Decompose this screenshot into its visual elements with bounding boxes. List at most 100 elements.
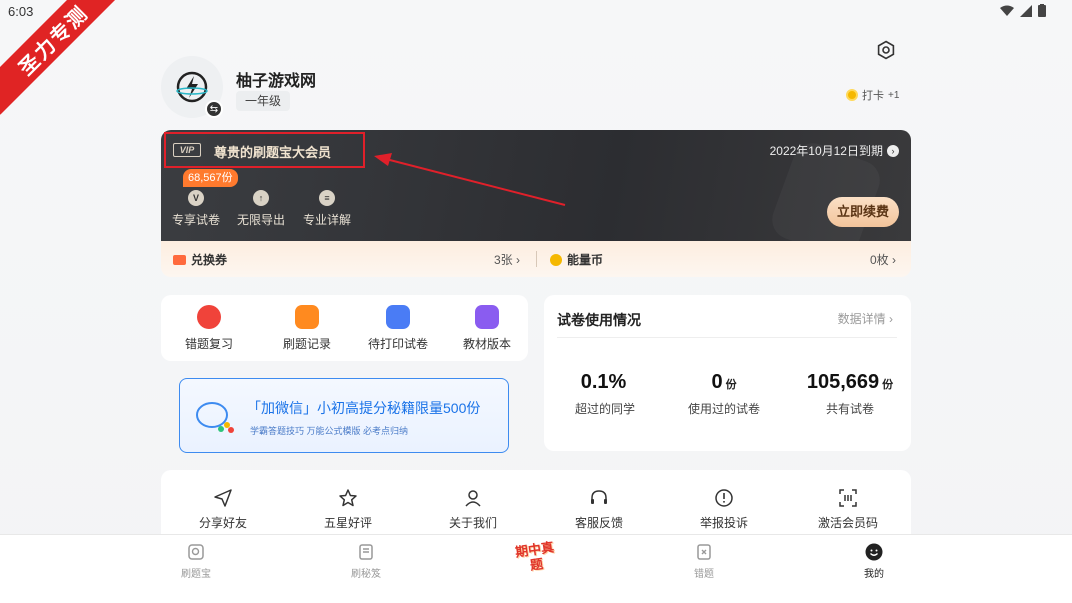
tool-label: 待打印试卷: [367, 337, 428, 351]
vip-perk-label: 专业详解: [302, 213, 351, 227]
voucher-label[interactable]: 兑换券: [173, 251, 227, 268]
chevron-right-icon: ›: [887, 144, 899, 157]
lightning-logo-icon: [176, 71, 208, 103]
vip-perk-label: 无限导出: [236, 213, 285, 227]
annotation-arrow: [374, 153, 566, 206]
stat-unit: 份: [725, 379, 737, 391]
status-icons: [1000, 4, 1046, 17]
more-label: 激活会员码: [817, 516, 878, 530]
printer-icon: [386, 305, 410, 329]
bottom-nav: 刷题宝 刷秘笈 期中真题 错题 我的: [0, 534, 1072, 603]
stat-value: 105,669: [806, 371, 880, 393]
divider: [536, 251, 537, 267]
report-item[interactable]: 举报投诉: [674, 488, 774, 531]
nav-item-profile[interactable]: 我的: [834, 543, 914, 580]
home-icon: [188, 544, 204, 560]
tool-wrong-review[interactable]: 错题复习: [164, 305, 254, 352]
nav-item-tips[interactable]: 刷秘笈: [326, 543, 406, 580]
more-label: 五星好评: [323, 516, 372, 530]
stat-used-papers: 0份 使用过的试卷: [669, 371, 779, 417]
tool-label: 刷题记录: [282, 337, 331, 351]
headset-icon: [591, 490, 607, 504]
vip-expiry-text: 2022年10月12日到期: [769, 144, 883, 158]
promo-subtitle: 学霸答题技巧 万能公式模版 必考点归纳: [250, 426, 409, 436]
alert-icon: [715, 489, 733, 507]
ticket-icon: [173, 254, 186, 265]
status-bar: 6:03: [0, 0, 1072, 26]
vip-badge: VIP: [173, 143, 201, 157]
feedback-item[interactable]: 客服反馈: [549, 488, 649, 531]
about-us-item[interactable]: 关于我们: [423, 488, 523, 531]
scan-icon: [839, 489, 857, 507]
vip-perk-label: 专享试卷: [171, 213, 220, 227]
swap-avatar-icon[interactable]: ⇆: [205, 100, 223, 118]
coin-icon: [846, 89, 858, 101]
book-icon: [359, 544, 373, 560]
vip-perk-export[interactable]: ↑ 无限导出: [231, 190, 291, 228]
renew-button[interactable]: 立即续费: [827, 197, 899, 227]
textbook-icon: [475, 305, 499, 329]
stat-value: 0.1%: [580, 371, 627, 393]
stat-caption: 超过的同学: [574, 402, 635, 416]
tool-textbook[interactable]: 教材版本: [442, 305, 532, 352]
share-icon: [214, 489, 232, 507]
tool-record[interactable]: 刷题记录: [262, 305, 352, 352]
share-friends-item[interactable]: 分享好友: [173, 488, 273, 531]
vip-count-badge: 68,567份: [183, 169, 238, 187]
nav-item-wrong[interactable]: 错题: [664, 543, 744, 580]
profile-icon: [865, 543, 883, 561]
vip-expiry[interactable]: 2022年10月12日到期 ›: [770, 142, 899, 159]
voucher-value[interactable]: 3张 ›: [494, 251, 520, 268]
stat-total-papers: 105,669 份 共有试卷: [795, 371, 905, 417]
stat-caption: 使用过的试卷: [687, 402, 760, 416]
energy-label[interactable]: 能量币: [550, 251, 603, 268]
more-label: 关于我们: [448, 516, 497, 530]
nav-item-midterm[interactable]: 期中真题: [511, 539, 562, 581]
vip-perk-exclusive[interactable]: V 专享试卷: [166, 190, 226, 228]
checkin-bonus: +1: [888, 89, 900, 101]
nav-label: 刷题宝: [181, 569, 211, 580]
status-time: 6:03: [8, 4, 34, 19]
nav-label: 错题: [694, 569, 714, 580]
user-icon: [465, 490, 481, 507]
checkin-label: 打卡: [862, 90, 884, 102]
more-label: 举报投诉: [699, 516, 748, 530]
wechat-chat-icon: [196, 402, 234, 433]
record-icon: [295, 305, 319, 329]
checkin-button[interactable]: 打卡 +1: [846, 85, 899, 105]
wrong-review-icon: [197, 305, 221, 329]
energy-value[interactable]: 0枚 ›: [870, 251, 896, 268]
five-star-item[interactable]: 五星好评: [298, 488, 398, 531]
activate-code-item[interactable]: 激活会员码: [798, 488, 898, 531]
voucher-count: 3张: [494, 253, 513, 267]
divider: [557, 337, 897, 338]
wrong-icon: [697, 544, 711, 560]
nav-label: 刷秘笈: [351, 569, 381, 580]
stat-caption: 共有试卷: [825, 402, 874, 416]
stats-link-text: 数据详情: [837, 312, 886, 326]
stat-value: 0: [711, 371, 723, 393]
settings-icon[interactable]: [876, 40, 896, 60]
voucher-text: 兑换券: [191, 253, 228, 267]
paper-icon: V: [188, 190, 204, 206]
energy-coin-icon: [550, 253, 562, 266]
stat-unit: 份: [882, 379, 894, 391]
export-icon: ↑: [253, 190, 269, 206]
stats-title: 试卷使用情况: [557, 312, 641, 328]
signal-icon: [1020, 4, 1032, 17]
wechat-promo-card[interactable]: 「加微信」小初高提分秘籍限量500份 学霸答题技巧 万能公式模版 必考点归纳: [179, 378, 509, 453]
vip-perk-explain[interactable]: ≡ 专业详解: [297, 190, 357, 228]
more-label: 客服反馈: [574, 516, 623, 530]
nav-item-home[interactable]: 刷题宝: [156, 543, 236, 580]
tool-print[interactable]: 待打印试卷: [353, 305, 443, 352]
wallet-strip: 兑换券 3张 › 能量币 0枚 ›: [161, 241, 911, 277]
wifi-icon: [1000, 5, 1014, 16]
energy-text: 能量币: [567, 253, 604, 267]
grade-tag[interactable]: 一年级: [236, 91, 291, 111]
tool-label: 错题复习: [184, 337, 233, 351]
vip-title: 尊贵的刷题宝大会员: [214, 145, 332, 160]
stats-detail-link[interactable]: 数据详情 ›: [838, 310, 893, 327]
tools-card: 错题复习 刷题记录 待打印试卷 教材版本: [161, 295, 528, 361]
stats-card: 试卷使用情况 数据详情 › 0.1% 超过的同学 0份 使用过的试卷 105,6…: [544, 295, 911, 451]
more-label: 分享好友: [198, 516, 247, 530]
